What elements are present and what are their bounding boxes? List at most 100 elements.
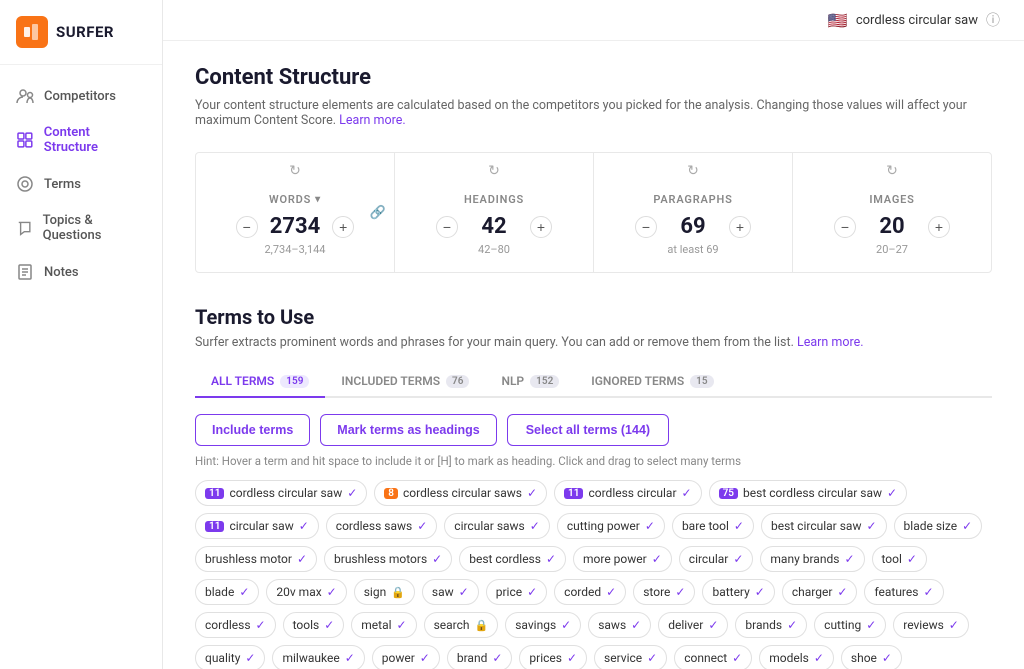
- headings-refresh-icon[interactable]: ↻: [488, 163, 500, 179]
- content-structure-learn-more[interactable]: Learn more.: [339, 113, 406, 128]
- term-check-icon: ✓: [347, 486, 357, 500]
- term-lock-icon: 🔒: [391, 586, 405, 599]
- term-tag[interactable]: best circular saw✓: [761, 513, 887, 539]
- term-label: cordless: [205, 618, 251, 632]
- paragraphs-decrease-btn[interactable]: −: [635, 216, 657, 238]
- term-tag[interactable]: service✓: [594, 645, 667, 669]
- tab-nlp[interactable]: NLP 152: [485, 366, 575, 398]
- term-tag[interactable]: power✓: [372, 645, 440, 669]
- tab-all-terms[interactable]: ALL TERMS 159: [195, 366, 325, 398]
- term-check-icon: ✓: [708, 618, 718, 632]
- term-tag[interactable]: blade size✓: [894, 513, 983, 539]
- term-tag[interactable]: prices✓: [519, 645, 587, 669]
- select-all-terms-button[interactable]: Select all terms (144): [507, 414, 669, 446]
- term-label: features: [874, 585, 918, 599]
- term-tag[interactable]: bare tool✓: [672, 513, 754, 539]
- term-tag[interactable]: charger✓: [782, 579, 858, 605]
- term-tag[interactable]: connect✓: [674, 645, 752, 669]
- term-tag[interactable]: brushless motors✓: [324, 546, 452, 572]
- headings-label: HEADINGS: [464, 193, 524, 206]
- info-icon[interactable]: ⓘ: [986, 10, 1000, 30]
- term-tag[interactable]: corded✓: [554, 579, 626, 605]
- images-range: 20–27: [876, 243, 908, 256]
- term-tag[interactable]: circular saws✓: [444, 513, 550, 539]
- term-tag[interactable]: models✓: [759, 645, 834, 669]
- term-tag[interactable]: 8cordless circular saws✓: [374, 480, 547, 506]
- term-tag[interactable]: metal✓: [351, 612, 416, 638]
- content-structure-label: Content Structure: [44, 125, 146, 155]
- term-tag[interactable]: 75best cordless circular saw✓: [709, 480, 907, 506]
- term-tag[interactable]: saws✓: [588, 612, 651, 638]
- words-range: 2,734–3,144: [264, 243, 325, 256]
- term-label: brushless motor: [205, 552, 292, 566]
- words-dropdown-icon[interactable]: ▾: [315, 194, 321, 205]
- tab-included-terms-label: INCLUDED TERMS: [341, 374, 440, 388]
- sidebar-item-terms[interactable]: Terms: [0, 165, 162, 203]
- term-tag[interactable]: more power✓: [573, 546, 672, 572]
- tab-nlp-label: NLP: [501, 374, 524, 388]
- headings-decrease-btn[interactable]: −: [436, 216, 458, 238]
- term-label: brands: [745, 618, 782, 632]
- mark-headings-button[interactable]: Mark terms as headings: [320, 414, 496, 446]
- term-tag[interactable]: 11circular saw✓: [195, 513, 319, 539]
- term-check-icon: ✓: [527, 585, 537, 599]
- term-tag[interactable]: tools✓: [283, 612, 345, 638]
- term-tag[interactable]: deliver✓: [658, 612, 728, 638]
- sidebar-item-notes[interactable]: Notes: [0, 253, 162, 291]
- term-tag[interactable]: 20v max✓: [266, 579, 346, 605]
- topics-questions-label: Topics & Questions: [43, 213, 146, 243]
- term-tag[interactable]: tool✓: [872, 546, 927, 572]
- words-increase-btn[interactable]: +: [332, 216, 354, 238]
- term-check-icon: ✓: [239, 585, 249, 599]
- term-tag[interactable]: milwaukee✓: [272, 645, 364, 669]
- sidebar-item-content-structure[interactable]: Content Structure: [0, 115, 162, 165]
- images-increase-btn[interactable]: +: [928, 216, 950, 238]
- competitors-icon: [16, 87, 34, 105]
- term-label: savings: [515, 618, 556, 632]
- term-tag[interactable]: cutting✓: [814, 612, 886, 638]
- words-refresh-icon[interactable]: ↻: [289, 163, 301, 179]
- term-tag[interactable]: brands✓: [735, 612, 807, 638]
- images-refresh-icon[interactable]: ↻: [886, 163, 898, 179]
- tab-included-terms[interactable]: INCLUDED TERMS 76: [325, 366, 485, 398]
- sidebar-item-competitors[interactable]: Competitors: [0, 77, 162, 115]
- term-label: cordless circular saws: [403, 486, 522, 500]
- term-tag[interactable]: brand✓: [447, 645, 513, 669]
- term-check-icon: ✓: [546, 552, 556, 566]
- term-tag[interactable]: savings✓: [505, 612, 581, 638]
- term-tag[interactable]: price✓: [486, 579, 547, 605]
- term-tag[interactable]: sign🔒: [354, 579, 415, 605]
- paragraphs-increase-btn[interactable]: +: [729, 216, 751, 238]
- term-tag[interactable]: circular✓: [679, 546, 754, 572]
- term-tag[interactable]: brushless motor✓: [195, 546, 317, 572]
- sidebar-item-topics-questions[interactable]: Topics & Questions: [0, 203, 162, 253]
- term-check-icon: ✓: [837, 585, 847, 599]
- term-tag[interactable]: reviews✓: [893, 612, 969, 638]
- term-tag[interactable]: saw✓: [422, 579, 479, 605]
- term-tag[interactable]: many brands✓: [760, 546, 864, 572]
- term-check-icon: ✓: [432, 552, 442, 566]
- term-tag[interactable]: shoe✓: [841, 645, 902, 669]
- terms-desc: Surfer extracts prominent words and phra…: [195, 335, 992, 350]
- term-tag[interactable]: search🔒: [424, 612, 499, 638]
- images-decrease-btn[interactable]: −: [834, 216, 856, 238]
- term-tag[interactable]: cutting power✓: [557, 513, 665, 539]
- term-tag[interactable]: cordless saws✓: [326, 513, 438, 539]
- term-tag[interactable]: battery✓: [702, 579, 774, 605]
- term-tag[interactable]: cordless✓: [195, 612, 276, 638]
- paragraphs-refresh-icon[interactable]: ↻: [687, 163, 699, 179]
- headings-increase-btn[interactable]: +: [530, 216, 552, 238]
- term-tag[interactable]: quality✓: [195, 645, 265, 669]
- term-tag[interactable]: features ✓: [864, 579, 943, 605]
- tab-ignored-terms[interactable]: IGNORED TERMS 15: [575, 366, 729, 398]
- terms-learn-more[interactable]: Learn more.: [797, 335, 864, 350]
- term-check-icon: ✓: [923, 585, 933, 599]
- term-tag[interactable]: 11cordless circular saw✓: [195, 480, 367, 506]
- words-decrease-btn[interactable]: −: [236, 216, 258, 238]
- paragraphs-value: 69: [669, 214, 717, 239]
- term-tag[interactable]: best cordless✓: [459, 546, 566, 572]
- include-terms-button[interactable]: Include terms: [195, 414, 310, 446]
- term-tag[interactable]: store✓: [633, 579, 695, 605]
- term-tag[interactable]: 11cordless circular✓: [554, 480, 702, 506]
- term-tag[interactable]: blade✓: [195, 579, 259, 605]
